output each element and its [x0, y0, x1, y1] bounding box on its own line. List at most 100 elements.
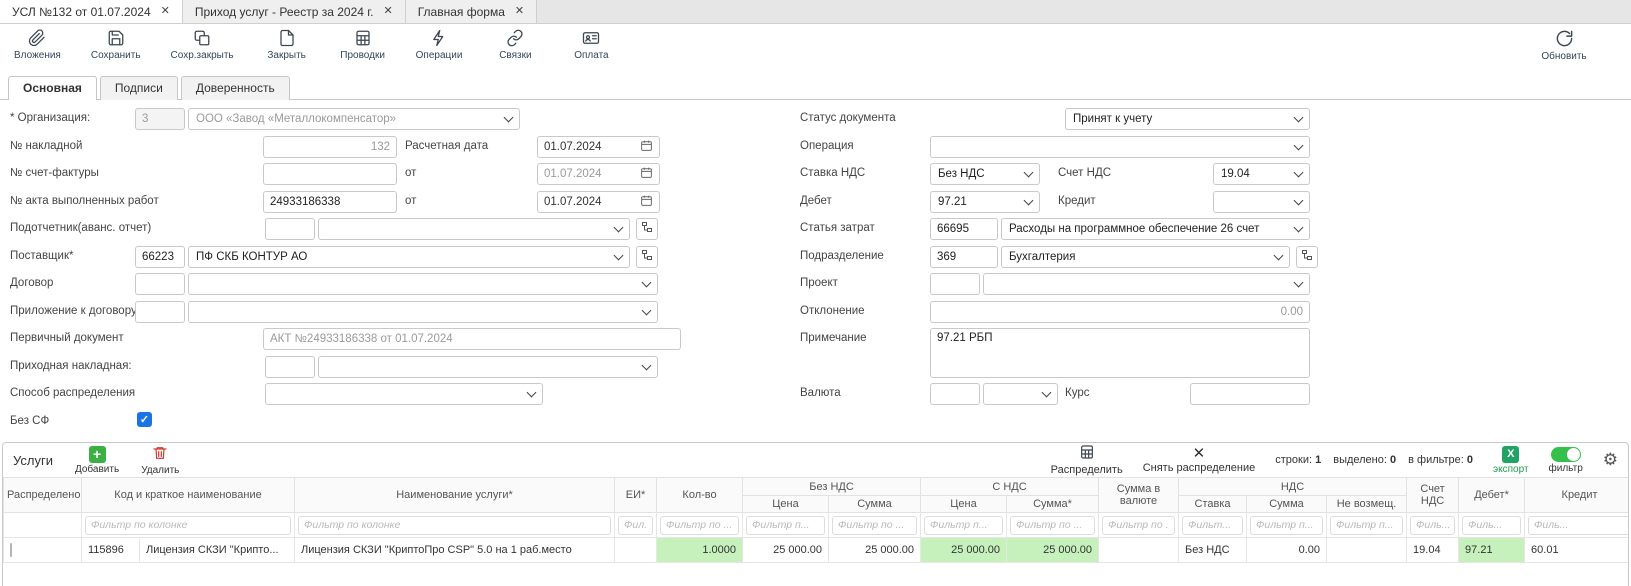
credit-select[interactable] — [1213, 191, 1310, 213]
cell-code[interactable]: 115896 — [82, 538, 140, 563]
invoice-no-field[interactable] — [263, 136, 397, 158]
cell-vat-sum[interactable]: 0.00 — [1247, 538, 1327, 563]
filter-input-vat-account[interactable] — [1410, 516, 1455, 535]
operation-select[interactable] — [930, 136, 1310, 158]
save-close-button[interactable]: Сохр.закрыть — [171, 29, 234, 61]
debit-select[interactable]: 97.21 — [930, 191, 1040, 213]
close-icon[interactable]: ✕ — [161, 6, 170, 17]
delete-row-button[interactable]: Удалить — [141, 445, 179, 476]
deviation-field[interactable] — [930, 301, 1310, 323]
supplier-tree-button[interactable] — [636, 246, 658, 268]
cell-debit[interactable]: 97.21 — [1459, 538, 1525, 563]
contract-code-field[interactable] — [135, 273, 185, 295]
save-button[interactable]: Сохранить — [91, 29, 141, 61]
filter-input-sum-no-vat[interactable] — [832, 516, 917, 535]
cost-item-select[interactable]: Расходы на программное обеспечение 26 сч… — [1001, 218, 1310, 240]
col-header-distributed[interactable]: Распределено — [4, 478, 82, 513]
vat-account-select[interactable]: 19.04 — [1213, 163, 1310, 185]
accountable-tree-button[interactable] — [636, 218, 658, 240]
primary-doc-field[interactable] — [263, 328, 681, 350]
supplier-code-field[interactable] — [135, 246, 185, 268]
rate-field[interactable] — [1190, 383, 1310, 405]
org-code-field[interactable] — [135, 108, 185, 130]
filter-input-vat-nonreimb[interactable] — [1330, 516, 1403, 535]
cell-short-name[interactable]: Лицензия СКЗИ "Крипто... — [140, 538, 295, 563]
sf-date-field[interactable]: 01.07.2024 — [537, 163, 660, 185]
filter-input-qty[interactable] — [660, 516, 739, 535]
cell-price-vat[interactable]: 25 000.00 — [921, 538, 1007, 563]
col-header-vat-nonreimb[interactable]: Не возмещ. — [1327, 496, 1407, 513]
window-tab-registry[interactable]: Приход услуг - Реестр за 2024 г. ✕ — [183, 0, 406, 23]
act-no-field[interactable] — [263, 191, 397, 213]
row-checkbox[interactable] — [10, 543, 12, 557]
filter-input-unit[interactable] — [618, 516, 653, 535]
filter-input-sum-vat[interactable] — [1010, 516, 1095, 535]
tab-signatures[interactable]: Подписи — [100, 76, 178, 100]
filter-input-sum-currency[interactable] — [1102, 516, 1175, 535]
filter-input-price-vat[interactable] — [924, 516, 1003, 535]
col-header-credit[interactable]: Кредит — [1525, 478, 1629, 513]
col-header-sum-vat[interactable]: Сумма* — [1007, 496, 1099, 513]
table-row[interactable]: 115896 Лицензия СКЗИ "Крипто... Лицензия… — [4, 538, 1630, 563]
add-row-button[interactable]: + Добавить — [75, 446, 119, 475]
col-header-sum-currency[interactable]: Сумма в валюте — [1099, 478, 1179, 513]
filter-input-service-name[interactable] — [298, 516, 611, 535]
calc-date-field[interactable]: 01.07.2024 — [537, 136, 660, 158]
vat-rate-select[interactable]: Без НДС — [930, 163, 1040, 185]
col-header-qty[interactable]: Кол-во — [657, 478, 743, 513]
operations-button[interactable]: Операции — [416, 29, 463, 61]
cell-sum-currency[interactable] — [1099, 538, 1179, 563]
accountable-select[interactable] — [318, 218, 630, 240]
payment-button[interactable]: Оплата — [568, 29, 614, 61]
no-sf-checkbox[interactable]: ✓ — [137, 412, 152, 427]
col-header-debit[interactable]: Дебет* — [1459, 478, 1525, 513]
department-tree-button[interactable] — [1296, 246, 1318, 268]
col-header-vat-account[interactable]: Счет НДС — [1407, 478, 1459, 513]
col-header-price-no-vat[interactable]: Цена — [743, 496, 829, 513]
col-header-code-name[interactable]: Код и краткое наименование — [82, 478, 295, 513]
contract-annex-code-field[interactable] — [135, 301, 185, 323]
filter-input-vat-rate[interactable] — [1182, 516, 1243, 535]
note-field[interactable]: 97.21 РБП — [930, 328, 1310, 378]
currency-code-field[interactable] — [930, 383, 980, 405]
cell-price-no-vat[interactable]: 25 000.00 — [743, 538, 829, 563]
col-header-sum-no-vat[interactable]: Сумма — [829, 496, 921, 513]
contract-annex-select[interactable] — [188, 301, 658, 323]
project-select[interactable] — [983, 273, 1310, 295]
cell-unit[interactable] — [615, 538, 657, 563]
sf-no-field[interactable] — [263, 163, 397, 185]
filter-input-debit[interactable] — [1462, 516, 1521, 535]
close-icon[interactable]: ✕ — [515, 6, 524, 17]
org-select[interactable]: ООО «Завод «Металлокомпенсатор» — [188, 108, 520, 130]
tab-power-of-attorney[interactable]: Доверенность — [181, 76, 290, 100]
cell-service-name[interactable]: Лицензия СКЗИ "КриптоПро CSP" 5.0 на 1 р… — [295, 538, 615, 563]
filter-input-vat-sum[interactable] — [1250, 516, 1323, 535]
department-select[interactable]: Бухгалтерия — [1001, 246, 1290, 268]
contract-select[interactable] — [188, 273, 658, 295]
gear-icon[interactable]: ⚙ — [1603, 450, 1618, 470]
project-code-field[interactable] — [930, 273, 980, 295]
attachments-button[interactable]: Вложения — [14, 29, 61, 61]
col-header-vat-rate[interactable]: Ставка — [1179, 496, 1247, 513]
cell-qty[interactable]: 1.0000 — [657, 538, 743, 563]
cell-vat-nonreimb[interactable] — [1327, 538, 1407, 563]
cell-vat-rate[interactable]: Без НДС — [1179, 538, 1247, 563]
filter-input-price-no-vat[interactable] — [746, 516, 825, 535]
col-header-service-name[interactable]: Наименование услуги* — [295, 478, 615, 513]
incoming-invoice-code-field[interactable] — [265, 356, 315, 378]
col-header-unit[interactable]: ЕИ* — [615, 478, 657, 513]
cell-sum-no-vat[interactable]: 25 000.00 — [829, 538, 921, 563]
close-icon[interactable]: ✕ — [384, 6, 393, 17]
col-header-price-vat[interactable]: Цена — [921, 496, 1007, 513]
col-header-vat-sum[interactable]: Сумма — [1247, 496, 1327, 513]
cell-credit[interactable]: 60.01 — [1525, 538, 1629, 563]
close-document-button[interactable]: Закрыть — [264, 29, 310, 61]
filter-toggle[interactable]: фильтр — [1549, 447, 1583, 474]
distribution-method-select[interactable] — [265, 383, 543, 405]
filter-input-credit[interactable] — [1528, 516, 1629, 535]
export-button[interactable]: X экспорт — [1493, 446, 1529, 475]
supplier-select[interactable]: ПФ СКБ КОНТУР АО — [188, 246, 630, 268]
filter-input-code-name[interactable] — [85, 516, 291, 535]
cell-vat-account[interactable]: 19.04 — [1407, 538, 1459, 563]
department-code-field[interactable] — [930, 246, 998, 268]
